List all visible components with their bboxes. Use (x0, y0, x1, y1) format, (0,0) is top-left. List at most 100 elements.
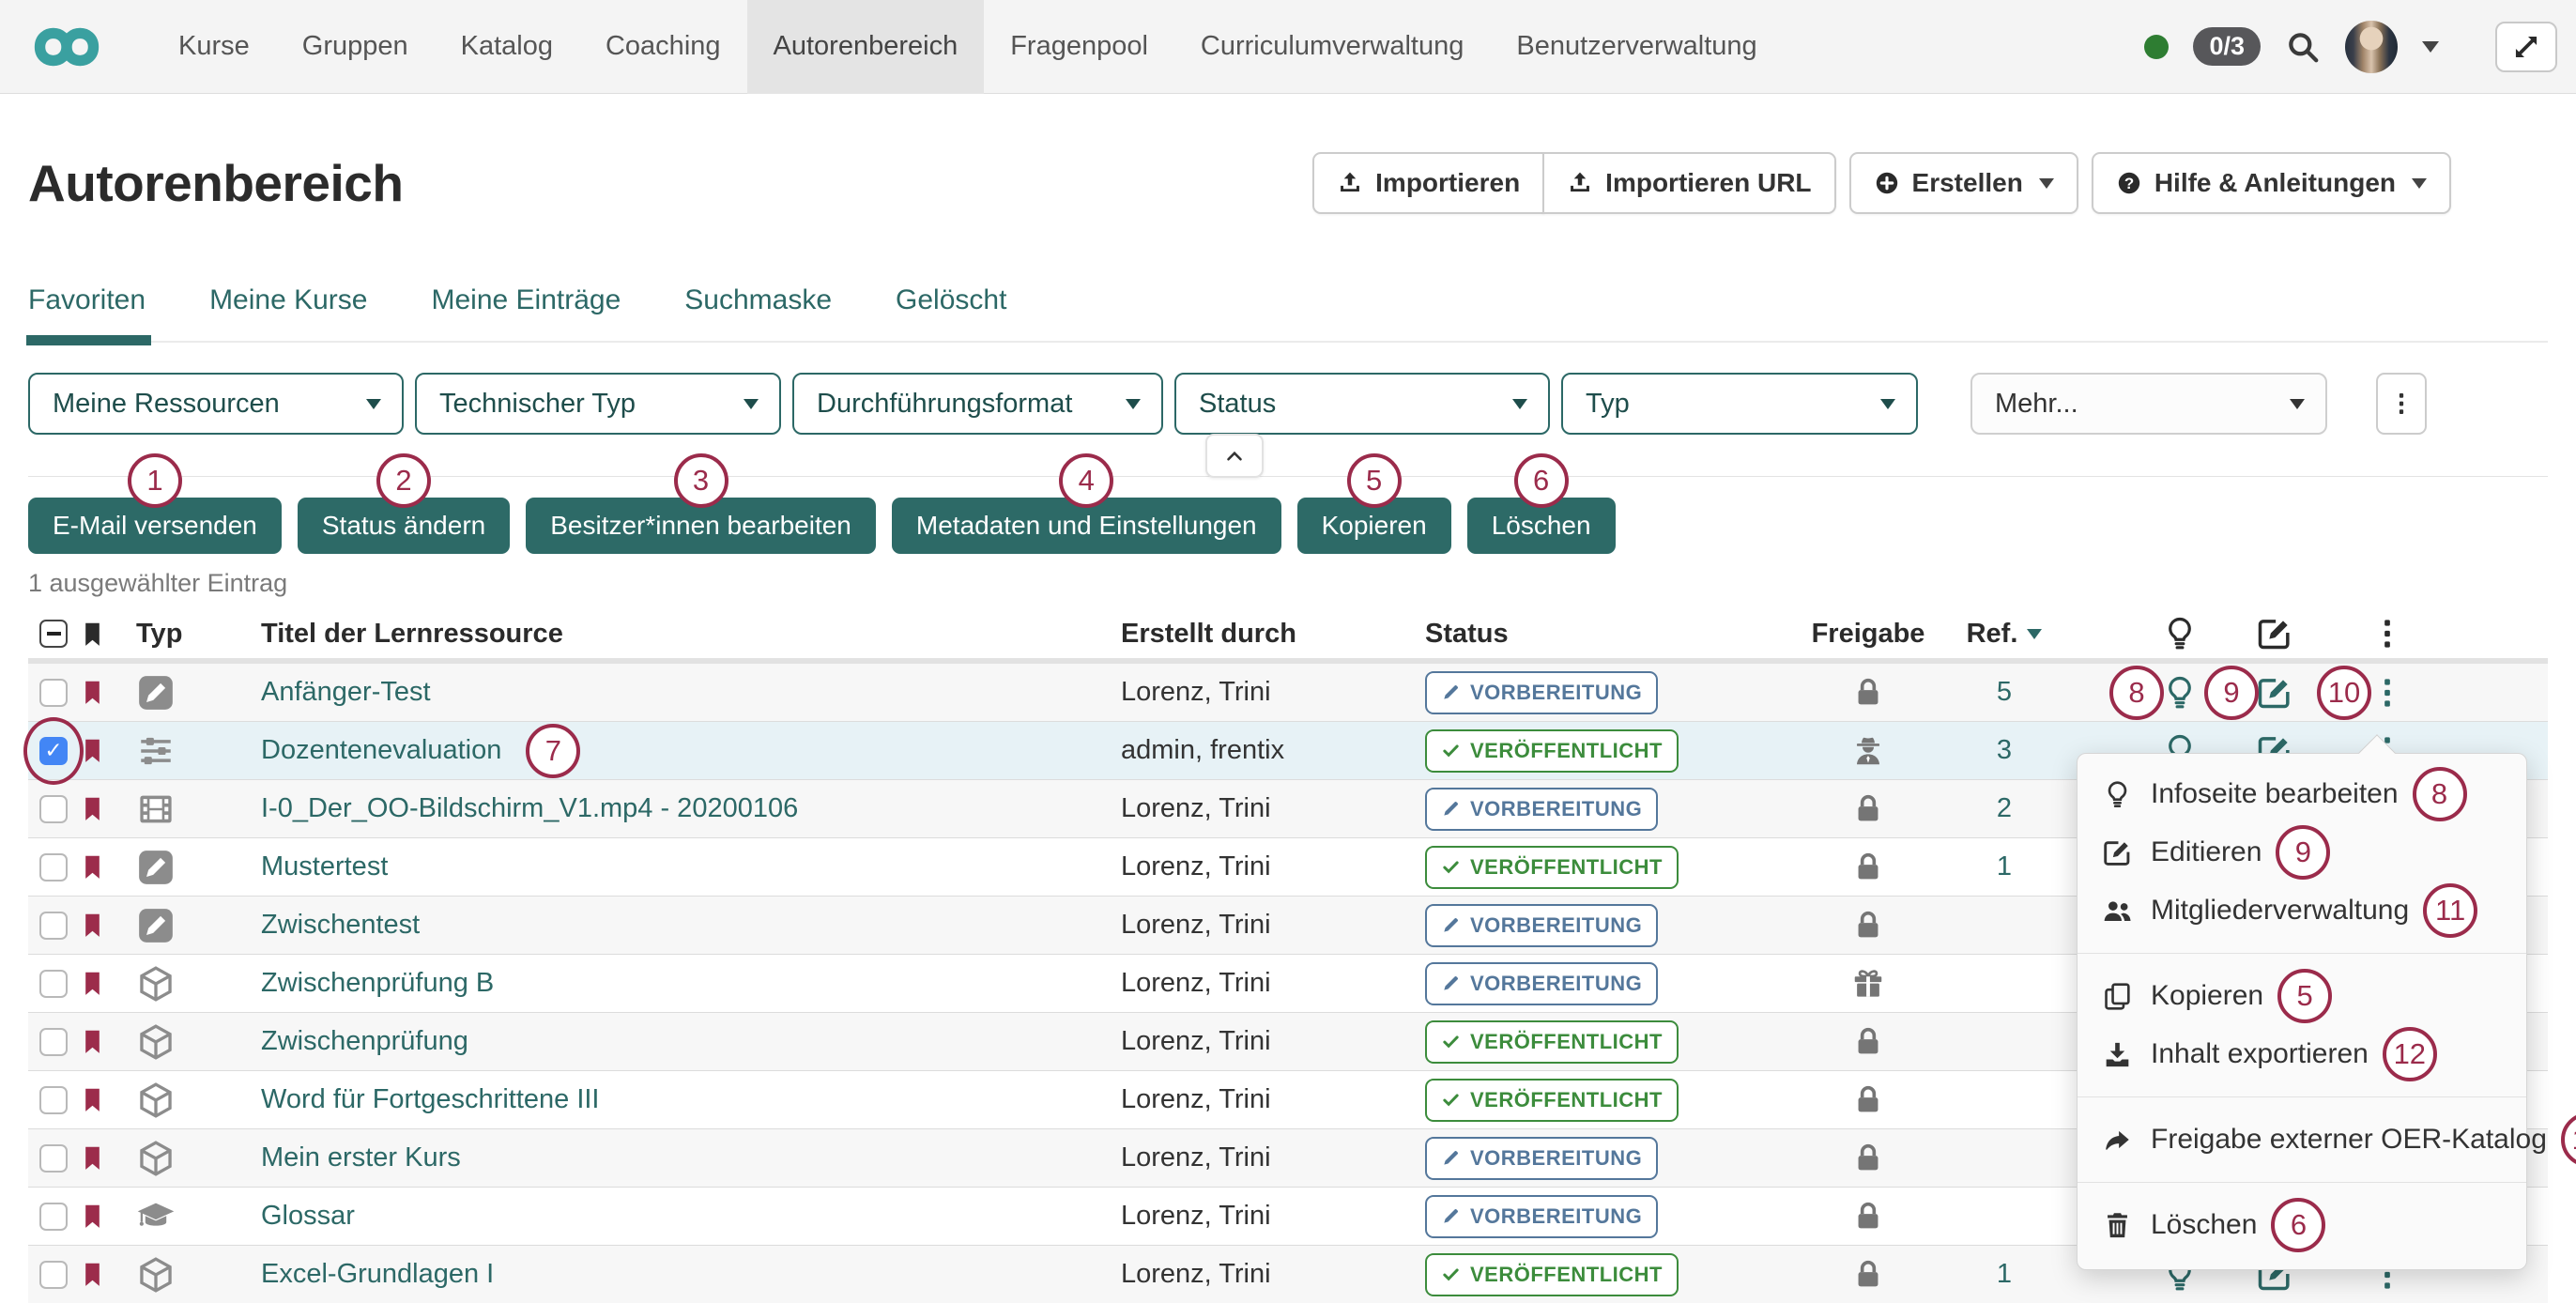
bookmark-icon[interactable] (80, 1027, 105, 1056)
erstellen-button[interactable]: Erstellen (1849, 152, 2078, 214)
openolat-logo[interactable] (28, 21, 105, 73)
fullscreen-toggle-button[interactable] (2495, 22, 2557, 72)
actions-column-icon[interactable] (2369, 615, 2406, 652)
filter-typ[interactable]: Typ (1561, 373, 1918, 435)
bookmark-icon[interactable] (80, 736, 105, 765)
besitzer-innen-bearbeiten-bulk-button[interactable]: Besitzer*innen bearbeiten3 (526, 498, 876, 554)
menu-item-freigabe-externer-oer-katalog[interactable]: Freigabe externer OER-Katalog13 (2078, 1111, 2526, 1169)
pencil-square-icon (136, 848, 176, 887)
bookmark-icon[interactable] (80, 1085, 105, 1114)
column-header-typ[interactable]: Typ (136, 619, 235, 650)
filter-durchführungsformat[interactable]: Durchführungsformat (792, 373, 1163, 435)
filter-mehr-[interactable]: Mehr... (1970, 373, 2327, 435)
nav-item-fragenpool[interactable]: Fragenpool (984, 0, 1174, 94)
resource-title-link[interactable]: Zwischenprüfung B (261, 968, 494, 999)
edit-column-icon[interactable] (2256, 615, 2293, 652)
column-header-freigabe[interactable]: Freigabe (1793, 619, 1943, 650)
lock-icon (1850, 1199, 1886, 1234)
bookmark-icon[interactable] (80, 911, 105, 940)
bookmark-icon[interactable] (80, 1143, 105, 1173)
nav-item-kurse[interactable]: Kurse (152, 0, 276, 94)
ref-count: 5 (1997, 677, 2012, 708)
lightbulb-icon[interactable] (2161, 674, 2199, 712)
row-checkbox[interactable] (39, 1086, 68, 1114)
dropdown-caret-icon (2039, 178, 2054, 189)
row-checkbox[interactable] (39, 853, 68, 881)
infopage-column-icon[interactable] (2161, 615, 2199, 652)
nav-item-benutzerverwaltung[interactable]: Benutzerverwaltung (1490, 0, 1783, 94)
nav-item-katalog[interactable]: Katalog (435, 0, 579, 94)
filter-technischer-typ[interactable]: Technischer Typ (415, 373, 781, 435)
row-checkbox[interactable] (39, 970, 68, 998)
row-checkbox[interactable] (39, 1144, 68, 1173)
metadaten-und-einstellungen-bulk-button[interactable]: Metadaten und Einstellungen4 (892, 498, 1281, 554)
user-avatar[interactable] (2345, 21, 2398, 73)
bookmark-icon[interactable] (80, 969, 105, 998)
row-checkbox[interactable] (39, 1028, 68, 1056)
row-creator-cell: Lorenz, Trini (1098, 793, 1399, 824)
task-counter-badge[interactable]: 0/3 (2193, 27, 2261, 66)
menu-item-editieren[interactable]: Editieren9 (2078, 823, 2526, 881)
search-icon[interactable] (2285, 29, 2321, 65)
bookmark-icon[interactable] (80, 794, 105, 823)
resource-title-link[interactable]: Glossar (261, 1201, 355, 1232)
column-header-title[interactable]: Titel der Lernressource (235, 619, 1098, 650)
resource-title-link[interactable]: Zwischenprüfung (261, 1026, 468, 1057)
column-header-ref[interactable]: Ref. (1943, 619, 2065, 650)
filter-options-kebab-button[interactable] (2376, 373, 2427, 435)
resource-title-link[interactable]: Mein erster Kurs (261, 1142, 461, 1173)
edit-square-icon[interactable] (2256, 674, 2293, 712)
filter-meine-ressourcen[interactable]: Meine Ressourcen (28, 373, 404, 435)
menu-item-infoseite-bearbeiten[interactable]: Infoseite bearbeiten8 (2078, 765, 2526, 823)
bookmark-icon[interactable] (80, 678, 105, 707)
row-select-cell (28, 795, 80, 823)
row-checkbox[interactable] (39, 1203, 68, 1231)
column-header-status[interactable]: Status (1399, 619, 1793, 650)
resource-title-link[interactable]: Dozentenevaluation (261, 735, 501, 766)
tab-suchmaske[interactable]: Suchmaske (684, 284, 832, 341)
kebab-icon[interactable] (2369, 674, 2406, 712)
select-all-checkbox[interactable] (39, 620, 68, 648)
row-creator-cell: Lorenz, Trini (1098, 1201, 1399, 1232)
row-checkbox[interactable] (39, 679, 68, 707)
tab-gel-scht[interactable]: Gelöscht (896, 284, 1006, 341)
collapse-filters-button[interactable] (1205, 434, 1264, 478)
resource-title-link[interactable]: Zwischentest (261, 910, 420, 941)
row-checkbox[interactable] (39, 1261, 68, 1289)
resource-title-link[interactable]: I-0_Der_OO-Bildschirm_V1.mp4 - 20200106 (261, 793, 798, 824)
menu-item-mitgliederverwaltung[interactable]: Mitgliederverwaltung11 (2078, 881, 2526, 940)
nav-item-coaching[interactable]: Coaching (579, 0, 747, 94)
filter-status[interactable]: Status (1174, 373, 1550, 435)
resource-title-link[interactable]: Excel-Grundlagen I (261, 1259, 494, 1290)
row-checkbox[interactable] (39, 795, 68, 823)
löschen-bulk-button[interactable]: Löschen6 (1467, 498, 1616, 554)
resource-title-link[interactable]: Mustertest (261, 851, 388, 882)
nav-item-curriculumverwaltung[interactable]: Curriculumverwaltung (1174, 0, 1490, 94)
tab-meine-eintr-ge[interactable]: Meine Einträge (431, 284, 621, 341)
bookmark-icon[interactable] (80, 1260, 105, 1289)
nav-item-autorenbereich[interactable]: Autorenbereich (747, 0, 985, 94)
nav-item-gruppen[interactable]: Gruppen (276, 0, 435, 94)
column-header-creator[interactable]: Erstellt durch (1098, 619, 1399, 650)
kopieren-bulk-button[interactable]: Kopieren5 (1297, 498, 1451, 554)
tab-favoriten[interactable]: Favoriten (28, 284, 146, 341)
bookmark-icon[interactable] (80, 852, 105, 881)
hilfe-anleitungen-button[interactable]: ?Hilfe & Anleitungen (2092, 152, 2451, 214)
importieren-button[interactable]: Importieren (1312, 152, 1544, 214)
bookmark-icon[interactable] (80, 1202, 105, 1231)
status-ändern-bulk-button[interactable]: Status ändern2 (298, 498, 510, 554)
user-menu-caret-icon[interactable] (2422, 41, 2439, 53)
edit-square-icon (2102, 837, 2133, 868)
row-checkbox[interactable] (39, 912, 68, 940)
menu-item-kopieren[interactable]: Kopieren5 (2078, 967, 2526, 1025)
menu-item-löschen[interactable]: Löschen6 (2078, 1196, 2526, 1254)
tab-meine-kurse[interactable]: Meine Kurse (209, 284, 367, 341)
importieren-url-button[interactable]: Importieren URL (1542, 152, 1835, 214)
ref-count: 3 (1997, 735, 2012, 766)
e-mail-versenden-bulk-button[interactable]: E-Mail versenden1 (28, 498, 282, 554)
resource-title-link[interactable]: Word für Fortgeschrittene III (261, 1084, 600, 1115)
resource-title-link[interactable]: Anfänger-Test (261, 677, 431, 708)
bookmark-column-icon[interactable] (80, 620, 105, 649)
menu-item-inhalt-exportieren[interactable]: Inhalt exportieren12 (2078, 1025, 2526, 1083)
menu-separator (2078, 1182, 2526, 1183)
